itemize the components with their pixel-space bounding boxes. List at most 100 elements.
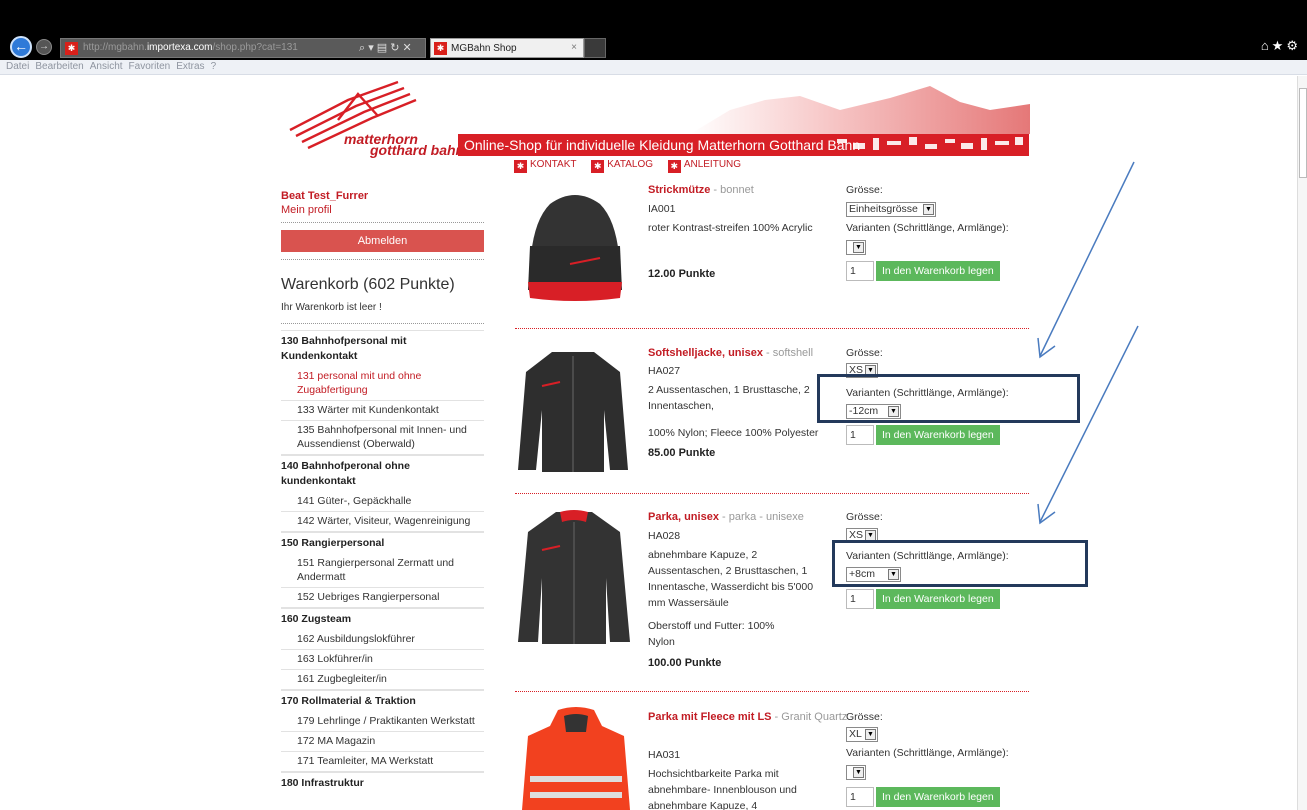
quantity-input[interactable]: 1 bbox=[846, 425, 874, 445]
category-header[interactable]: 140 Bahnhofperonal ohne kundenkontakt bbox=[281, 456, 484, 492]
divider bbox=[281, 323, 484, 324]
product-name[interactable]: Softshelljacke, unisex - softshell bbox=[648, 347, 813, 359]
size-select[interactable]: XL ▼ bbox=[846, 727, 878, 742]
menu-datei[interactable]: Datei bbox=[6, 60, 29, 74]
quantity-input[interactable]: 1 bbox=[846, 589, 874, 609]
product-image-beanie[interactable] bbox=[520, 186, 630, 304]
category-header[interactable]: 160 Zugsteam bbox=[281, 609, 484, 630]
category-group: 170 Rollmaterial & Traktion 179 Lehrlinge… bbox=[281, 690, 484, 772]
product-material: 100% Nylon; Fleece 100% Polyester bbox=[648, 427, 819, 439]
tab-title: MGBahn Shop bbox=[451, 43, 517, 54]
chevron-down-icon: ▼ bbox=[923, 204, 934, 215]
sidebar: Beat Test_Furrer Mein profil Abmelden Wa… bbox=[281, 190, 484, 794]
divider bbox=[281, 259, 484, 260]
nav-anleitung[interactable]: ✱ ANLEITUNG bbox=[667, 159, 741, 173]
kontakt-icon: ✱ bbox=[514, 160, 527, 173]
product-name[interactable]: Strickmütze - bonnet bbox=[648, 184, 754, 196]
category-item[interactable]: 179 Lehrlinge / Praktikanten Werkstatt bbox=[281, 712, 484, 732]
variant-select[interactable]: ▼ bbox=[846, 240, 866, 255]
category-item[interactable]: 142 Wärter, Visiteur, Wagenreinigung bbox=[281, 512, 484, 532]
altitude-profile-graphic bbox=[690, 86, 1030, 134]
category-item[interactable]: 131 personal mit und ohne Zugabfertigung bbox=[281, 367, 484, 401]
chevron-down-icon: ▼ bbox=[853, 242, 864, 253]
product-image-parka[interactable] bbox=[516, 508, 632, 646]
add-to-cart-button[interactable]: In den Warenkorb legen bbox=[876, 787, 1000, 807]
back-icon[interactable]: ← bbox=[10, 36, 32, 58]
product-image-softshell[interactable] bbox=[516, 346, 630, 474]
nav-kontakt[interactable]: ✱ KONTAKT bbox=[514, 159, 576, 173]
variants-label: Varianten (Schrittlänge, Armlänge): bbox=[846, 222, 1009, 234]
size-label: Grösse: bbox=[846, 184, 883, 196]
size-select[interactable]: Einheitsgrösse ▼ bbox=[846, 202, 936, 217]
size-label: Grösse: bbox=[846, 711, 883, 723]
menu-help[interactable]: ? bbox=[211, 60, 217, 74]
product-points: 12.00 Punkte bbox=[648, 268, 716, 280]
scrollbar-thumb[interactable] bbox=[1299, 88, 1307, 178]
product-name[interactable]: Parka mit Fleece mit LS - Granit Quartz bbox=[648, 711, 847, 723]
product-code: HA028 bbox=[648, 530, 681, 542]
katalog-icon: ✱ bbox=[591, 160, 605, 173]
product-separator bbox=[515, 493, 1029, 494]
chevron-down-icon: ▼ bbox=[865, 729, 876, 740]
product-material: Oberstoff und Futter: 100% Nylon bbox=[648, 620, 775, 648]
add-to-cart-button[interactable]: In den Warenkorb legen bbox=[876, 589, 1000, 609]
profile-link[interactable]: Mein profil bbox=[281, 204, 484, 216]
category-header[interactable]: 150 Rangierpersonal bbox=[281, 533, 484, 554]
anleitung-icon: ✱ bbox=[667, 160, 681, 173]
menu-extras[interactable]: Extras bbox=[176, 60, 204, 74]
product-description: 2 Aussentaschen, 1 Brusttasche, 2 Innent… bbox=[648, 384, 810, 412]
category-item[interactable]: 151 Rangierpersonal Zermatt und Andermat… bbox=[281, 554, 484, 588]
divider bbox=[281, 222, 484, 223]
category-item[interactable]: 141 Güter-, Gepäckhalle bbox=[281, 492, 484, 512]
product-points: 85.00 Punkte bbox=[648, 447, 716, 459]
new-tab-button[interactable] bbox=[584, 38, 606, 58]
category-group: 150 Rangierpersonal 151 Rangierpersonal Z… bbox=[281, 532, 484, 608]
category-header[interactable]: 180 Infrastruktur bbox=[281, 773, 484, 794]
forward-icon[interactable]: → bbox=[36, 39, 52, 55]
category-item[interactable]: 133 Wärter mit Kundenkontakt bbox=[281, 401, 484, 421]
category-item[interactable]: 162 Ausbildungslokführer bbox=[281, 630, 484, 650]
category-item[interactable]: 163 Lokführer/in bbox=[281, 650, 484, 670]
banner-pattern-graphic bbox=[837, 137, 1023, 150]
category-item[interactable]: 172 MA Magazin bbox=[281, 732, 484, 752]
product-code: HA027 bbox=[648, 365, 681, 377]
toolbar-icons[interactable]: ⌂★⚙ bbox=[1261, 38, 1301, 54]
menu-favoriten[interactable]: Favoriten bbox=[129, 60, 171, 74]
product-name[interactable]: Parka, unisex - parka - unisexe bbox=[648, 511, 804, 523]
add-to-cart-button[interactable]: In den Warenkorb legen bbox=[876, 261, 1000, 281]
category-item[interactable]: 135 Bahnhofpersonal mit Innen- und Ausse… bbox=[281, 421, 484, 455]
category-list: 130 Bahnhofpersonal mit Kundenkontakt 131… bbox=[281, 330, 484, 794]
product-code: IA001 bbox=[648, 203, 676, 215]
category-item[interactable]: 161 Zugbegleiter/in bbox=[281, 670, 484, 690]
logout-button[interactable]: Abmelden bbox=[281, 230, 484, 252]
address-url[interactable]: http://mgbahn.importexa.com/shop.php?cat… bbox=[83, 42, 298, 53]
product-image-hivis-parka[interactable] bbox=[520, 706, 632, 810]
browser-tab[interactable]: ✱ MGBahn Shop × bbox=[430, 38, 584, 58]
menu-bearbeiten[interactable]: Bearbeiten bbox=[35, 60, 83, 74]
address-bar[interactable]: ✱ http://mgbahn.importexa.com/shop.php?c… bbox=[60, 38, 426, 58]
shop-banner: Online-Shop für individuelle Kleidung Ma… bbox=[458, 134, 1029, 156]
chevron-down-icon: ▼ bbox=[853, 767, 864, 778]
cart-status: Ihr Warenkorb ist leer ! bbox=[281, 302, 382, 313]
quantity-input[interactable]: 1 bbox=[846, 787, 874, 807]
user-name: Beat Test_Furrer bbox=[281, 190, 369, 202]
variant-select[interactable]: ▼ bbox=[846, 765, 866, 780]
menu-ansicht[interactable]: Ansicht bbox=[90, 60, 123, 74]
category-header[interactable]: 130 Bahnhofpersonal mit Kundenkontakt bbox=[281, 331, 484, 367]
category-item[interactable]: 152 Uebriges Rangierpersonal bbox=[281, 588, 484, 608]
product-separator bbox=[515, 328, 1029, 329]
add-to-cart-button[interactable]: In den Warenkorb legen bbox=[876, 425, 1000, 445]
address-controls[interactable]: ⌕ ▾ ▤ ↻ ✕ bbox=[359, 41, 412, 55]
tab-close-icon[interactable]: × bbox=[571, 42, 577, 53]
category-header[interactable]: 170 Rollmaterial & Traktion bbox=[281, 691, 484, 712]
category-item[interactable]: 171 Teamleiter, MA Werkstatt bbox=[281, 752, 484, 772]
product-description: abnehmbare Kapuze, 2 Aussentaschen, 2 Br… bbox=[648, 549, 814, 609]
page-scrollbar[interactable] bbox=[1297, 76, 1307, 810]
highlight-box bbox=[832, 540, 1088, 587]
product-description: Hochsichtbarkeite Parka mit abnehmbare- … bbox=[648, 768, 797, 810]
nav-katalog[interactable]: ✱ KATALOG bbox=[591, 159, 653, 173]
highlight-box bbox=[817, 374, 1080, 423]
cart-title: Warenkorb (602 Punkte) bbox=[281, 276, 455, 293]
quantity-input[interactable]: 1 bbox=[846, 261, 874, 281]
size-label: Grösse: bbox=[846, 511, 883, 523]
